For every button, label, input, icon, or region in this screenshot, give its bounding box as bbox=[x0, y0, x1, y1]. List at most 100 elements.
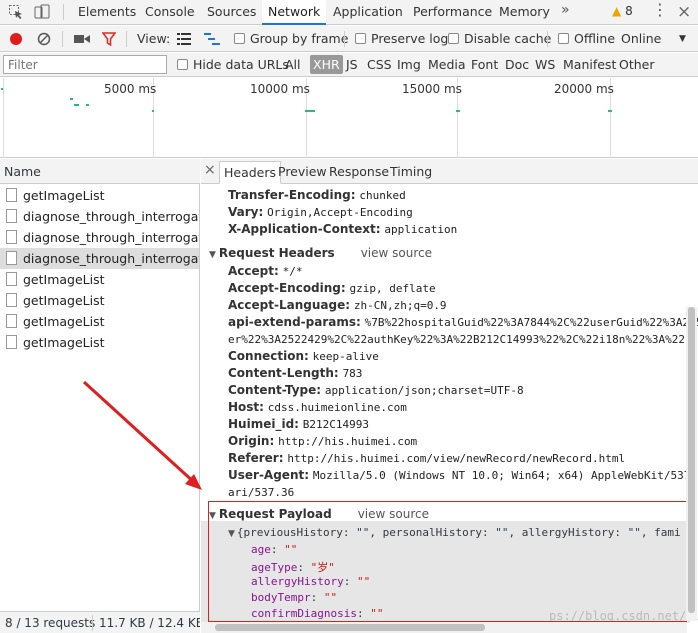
warning-count: 8 bbox=[625, 4, 633, 18]
disable-cache-checkbox[interactable]: Disable cache bbox=[448, 31, 551, 46]
detail-tabbar: × Headers Preview Response Timing bbox=[201, 159, 698, 184]
request-name: diagnose_through_interrogation bbox=[23, 251, 199, 266]
filter-type-media[interactable]: Media bbox=[428, 57, 466, 72]
checkbox-icon bbox=[177, 59, 188, 70]
devtools-tabbar: Elements Console Sources Network Applica… bbox=[0, 0, 698, 25]
overview-tick: 5000 ms bbox=[104, 82, 157, 96]
warnings-counter[interactable]: ▲ 8 bbox=[612, 4, 633, 18]
request-row[interactable]: getImageList bbox=[0, 269, 199, 290]
filter-input[interactable] bbox=[3, 55, 167, 74]
checkbox-icon bbox=[234, 33, 245, 44]
file-icon bbox=[6, 314, 17, 328]
filter-type-css[interactable]: CSS bbox=[367, 57, 392, 72]
horizontal-scrollbar[interactable] bbox=[201, 622, 687, 633]
checkbox-icon bbox=[558, 33, 569, 44]
tab-performance[interactable]: Performance bbox=[413, 0, 492, 25]
record-icon[interactable] bbox=[9, 32, 23, 46]
overview-request-bar bbox=[70, 98, 73, 100]
filter-type-other[interactable]: Other bbox=[619, 57, 655, 72]
overview-request-bar bbox=[1, 88, 3, 90]
header-line: Host: cdss.huimeionline.com bbox=[228, 400, 407, 414]
clear-icon[interactable] bbox=[37, 32, 51, 46]
scrollbar-thumb[interactable] bbox=[688, 307, 695, 613]
request-row[interactable]: getImageList bbox=[0, 185, 199, 206]
request-headers-section[interactable]: ▼ Request Headers view source bbox=[209, 246, 432, 260]
preserve-log-label: Preserve log bbox=[371, 31, 449, 46]
header-line: Referer: http://his.huimei.com/view/newR… bbox=[228, 451, 626, 465]
filter-bar: Hide data URLs All XHR JS CSS Img Media … bbox=[0, 53, 698, 77]
annotation-highlight-box bbox=[208, 501, 687, 622]
overview-request-bar bbox=[152, 110, 154, 112]
overview-request-bar bbox=[86, 104, 89, 106]
kebab-menu-icon[interactable]: ⋮ bbox=[652, 2, 668, 18]
tab-memory[interactable]: Memory bbox=[499, 0, 550, 25]
request-name: getImageList bbox=[23, 335, 105, 350]
filter-type-all[interactable]: All bbox=[285, 57, 301, 72]
header-line: Transfer-Encoding: chunked bbox=[228, 188, 406, 202]
request-row-selected[interactable]: diagnose_through_interrogation bbox=[0, 248, 199, 269]
group-by-frame-checkbox[interactable]: Group by frame bbox=[234, 31, 348, 46]
tab-application[interactable]: Application bbox=[333, 0, 403, 25]
checkbox-icon bbox=[448, 33, 459, 44]
file-icon bbox=[6, 230, 17, 244]
request-row[interactable]: getImageList bbox=[0, 332, 199, 353]
preserve-log-checkbox[interactable]: Preserve log bbox=[355, 31, 448, 46]
inspect-element-icon[interactable] bbox=[8, 4, 24, 20]
disable-cache-label: Disable cache bbox=[464, 31, 552, 46]
screenshot-video-icon[interactable] bbox=[74, 33, 90, 45]
device-toolbar-icon[interactable] bbox=[34, 4, 50, 20]
more-tabs-button[interactable]: » bbox=[561, 2, 570, 18]
scrollbar-thumb[interactable] bbox=[215, 624, 485, 631]
header-line: User-Agent: Mozilla/5.0 (Windows NT 10.0… bbox=[228, 468, 697, 482]
file-icon bbox=[6, 188, 17, 202]
hide-data-urls-checkbox[interactable]: Hide data URLs bbox=[177, 57, 289, 72]
filter-type-xhr[interactable]: XHR bbox=[310, 55, 343, 74]
file-icon bbox=[6, 293, 17, 307]
filter-type-img[interactable]: Img bbox=[397, 57, 421, 72]
filter-type-doc[interactable]: Doc bbox=[505, 57, 529, 72]
status-separator bbox=[92, 615, 93, 631]
tab-console[interactable]: Console bbox=[145, 0, 195, 25]
large-rows-icon[interactable] bbox=[177, 33, 191, 45]
throttling-select[interactable]: Online bbox=[621, 31, 661, 46]
tab-sources[interactable]: Sources bbox=[207, 0, 256, 25]
tab-response[interactable]: Response bbox=[329, 164, 389, 179]
header-line: Origin: http://his.huimei.com bbox=[228, 434, 418, 448]
tab-headers[interactable]: Headers bbox=[219, 161, 282, 184]
request-row[interactable]: diagnose_through_interrogation bbox=[0, 206, 199, 227]
header-line: Accept: */* bbox=[228, 264, 303, 278]
request-name: diagnose_through_interrogation bbox=[23, 230, 199, 245]
tab-elements[interactable]: Elements bbox=[78, 0, 136, 25]
request-row[interactable]: getImageList bbox=[0, 290, 199, 311]
tab-timing[interactable]: Timing bbox=[390, 164, 432, 179]
status-bar: 8 / 13 requests 11.7 KB / 12.4 KB... bbox=[0, 611, 200, 633]
tab-network[interactable]: Network bbox=[262, 0, 327, 25]
request-row[interactable]: diagnose_through_interrogation bbox=[0, 227, 199, 248]
filter-funnel-icon[interactable] bbox=[102, 32, 116, 46]
close-devtools-icon[interactable]: × bbox=[677, 2, 691, 22]
toolbar-separator bbox=[126, 31, 127, 47]
header-line: X-Application-Context: application bbox=[228, 222, 458, 236]
expand-triangle-icon: ▼ bbox=[209, 250, 216, 260]
waterfall-icon[interactable] bbox=[204, 33, 220, 45]
close-detail-icon[interactable]: × bbox=[204, 162, 216, 178]
request-name: getImageList bbox=[23, 293, 105, 308]
vertical-scrollbar[interactable] bbox=[686, 307, 697, 621]
file-icon bbox=[6, 335, 17, 349]
offline-checkbox[interactable]: Offline bbox=[558, 31, 615, 46]
network-toolbar: View: Group by frame Preserve log Disabl… bbox=[0, 26, 698, 52]
file-icon bbox=[6, 209, 17, 223]
filter-type-manifest[interactable]: Manifest bbox=[563, 57, 616, 72]
view-source-link[interactable]: view source bbox=[361, 246, 432, 260]
overview-tick: 10000 ms bbox=[250, 82, 310, 96]
network-overview[interactable]: 5000 ms 10000 ms 15000 ms 20000 ms bbox=[0, 78, 698, 158]
toolbar-separator bbox=[62, 31, 63, 47]
header-line: Huimei_id: B212C14993 bbox=[228, 417, 370, 431]
request-row[interactable]: getImageList bbox=[0, 311, 199, 332]
name-column-header[interactable]: Name bbox=[0, 159, 200, 184]
tab-preview[interactable]: Preview bbox=[278, 164, 327, 179]
filter-type-js[interactable]: JS bbox=[346, 57, 358, 72]
filter-type-ws[interactable]: WS bbox=[535, 57, 555, 72]
filter-type-font[interactable]: Font bbox=[471, 57, 498, 72]
chevron-down-icon[interactable]: ▼ bbox=[679, 34, 686, 44]
